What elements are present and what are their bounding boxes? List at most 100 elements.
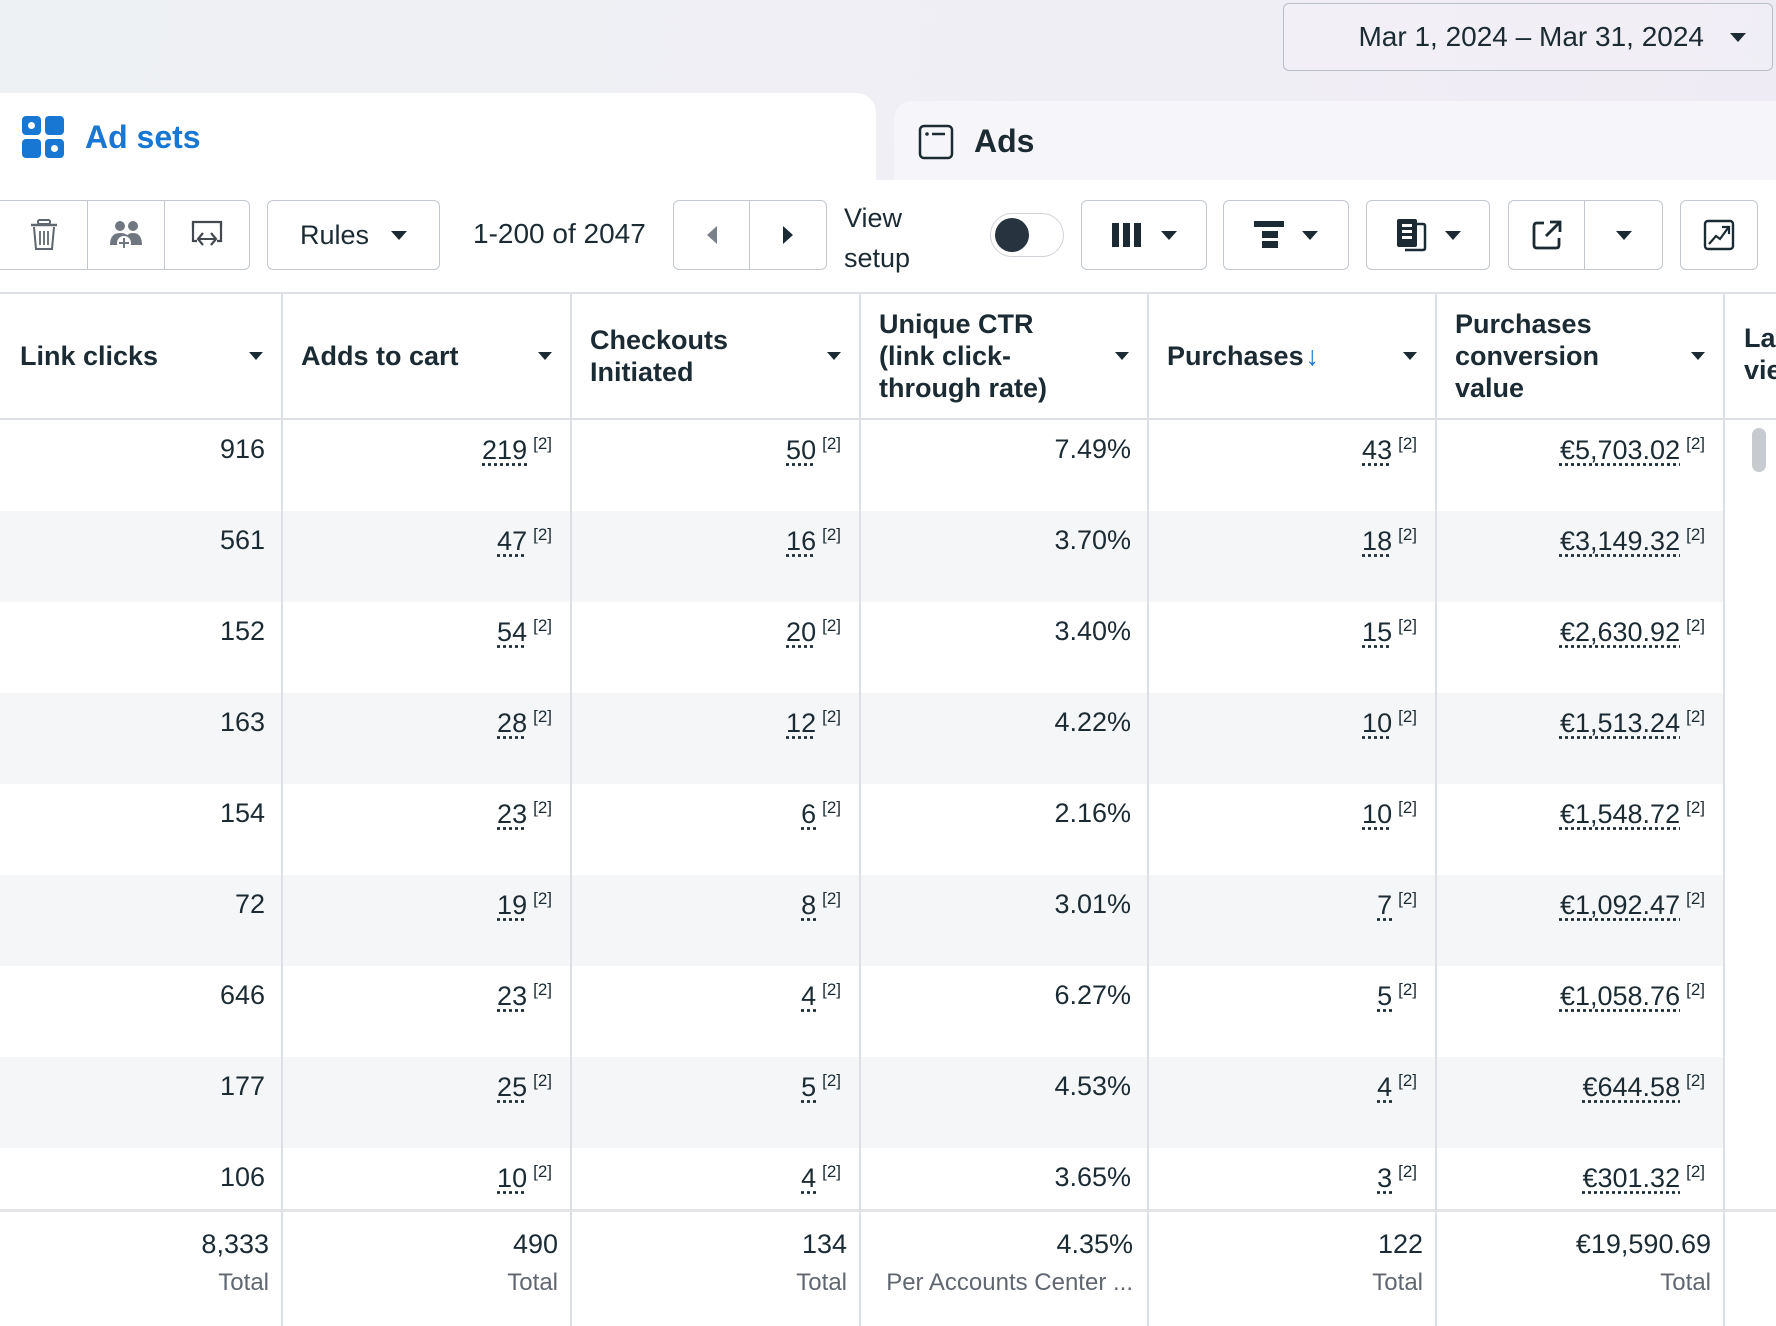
cell-value[interactable]: 8: [801, 890, 816, 920]
footnote-marker[interactable]: [2]: [822, 707, 841, 726]
cell-value[interactable]: €1,548.72: [1560, 799, 1680, 829]
footnote-marker[interactable]: [2]: [1398, 434, 1417, 453]
cell-value[interactable]: 19: [497, 890, 527, 920]
table-row[interactable]: 561 47 [2] 16 [2] 3.70% 18 [2] €3,149.32 [2]: [0, 511, 1723, 602]
footnote-marker[interactable]: [2]: [822, 889, 841, 908]
cell-value[interactable]: 23: [497, 799, 527, 829]
table-row[interactable]: 177 25 [2] 5 [2] 4.53% 4 [2] €644.58 [2]: [0, 1057, 1723, 1148]
cell-value[interactable]: 16: [786, 526, 816, 556]
reports-dropdown[interactable]: [1366, 200, 1490, 270]
footnote-marker[interactable]: [2]: [533, 980, 552, 999]
cell-value[interactable]: 43: [1362, 435, 1392, 465]
cell-value[interactable]: 12: [786, 708, 816, 738]
view-setup-toggle[interactable]: [990, 213, 1064, 257]
caret-down-icon[interactable]: [1115, 352, 1129, 360]
cell-value[interactable]: €1,058.76: [1560, 981, 1680, 1011]
footnote-marker[interactable]: [2]: [1398, 1162, 1417, 1181]
cell-value[interactable]: 5: [801, 1072, 816, 1102]
footnote-marker[interactable]: [2]: [1686, 707, 1705, 726]
rules-dropdown[interactable]: Rules: [267, 200, 440, 270]
breakdown-dropdown[interactable]: [1223, 200, 1349, 270]
footnote-marker[interactable]: [2]: [1398, 525, 1417, 544]
export-options-dropdown[interactable]: [1585, 201, 1662, 269]
cell-value[interactable]: 3: [1377, 1163, 1392, 1193]
cell-value[interactable]: 7: [1377, 890, 1392, 920]
tab-ads[interactable]: Ads: [894, 101, 1776, 181]
columns-dropdown[interactable]: [1081, 200, 1207, 270]
footnote-marker[interactable]: [2]: [1686, 525, 1705, 544]
footnote-marker[interactable]: [2]: [1686, 980, 1705, 999]
table-row[interactable]: 916 219 [2] 50 [2] 7.49% 43 [2] €5,703.02 [2]: [0, 420, 1723, 511]
cell-value[interactable]: €2,630.92: [1560, 617, 1680, 647]
footnote-marker[interactable]: [2]: [1398, 616, 1417, 635]
footnote-marker[interactable]: [2]: [822, 1162, 841, 1181]
vertical-scrollbar[interactable]: [1752, 428, 1766, 472]
cell-value[interactable]: 5: [1377, 981, 1392, 1011]
date-range-picker[interactable]: Mar 1, 2024 – Mar 31, 2024: [1283, 3, 1773, 71]
cell-value[interactable]: €1,092.47: [1560, 890, 1680, 920]
cell-value[interactable]: 20: [786, 617, 816, 647]
footnote-marker[interactable]: [2]: [533, 525, 552, 544]
footnote-marker[interactable]: [2]: [822, 616, 841, 635]
column-header-purchases[interactable]: Purchases↓: [1147, 294, 1435, 418]
table-row[interactable]: 154 23 [2] 6 [2] 2.16% 10 [2] €1,548.72 [2]: [0, 784, 1723, 875]
column-header-checkouts-initiated[interactable]: Checkouts Initiated: [570, 294, 859, 418]
cell-value[interactable]: €301.32: [1582, 1163, 1680, 1193]
footnote-marker[interactable]: [2]: [533, 1162, 552, 1181]
footnote-marker[interactable]: [2]: [1686, 616, 1705, 635]
next-page-button[interactable]: [750, 201, 826, 269]
cell-value[interactable]: 219: [482, 435, 527, 465]
footnote-marker[interactable]: [2]: [1686, 798, 1705, 817]
footnote-marker[interactable]: [2]: [1686, 1162, 1705, 1181]
cell-value[interactable]: 10: [1362, 708, 1392, 738]
footnote-marker[interactable]: [2]: [1686, 434, 1705, 453]
caret-down-icon[interactable]: [1691, 352, 1705, 360]
cell-value[interactable]: 10: [1362, 799, 1392, 829]
caret-down-icon[interactable]: [827, 352, 841, 360]
column-header-link-clicks[interactable]: Link clicks: [0, 294, 281, 418]
cell-value[interactable]: 25: [497, 1072, 527, 1102]
footnote-marker[interactable]: [2]: [533, 707, 552, 726]
footnote-marker[interactable]: [2]: [1686, 1071, 1705, 1090]
footnote-marker[interactable]: [2]: [533, 1071, 552, 1090]
cell-value[interactable]: 28: [497, 708, 527, 738]
footnote-marker[interactable]: [2]: [1398, 707, 1417, 726]
caret-down-icon[interactable]: [249, 352, 263, 360]
footnote-marker[interactable]: [2]: [822, 798, 841, 817]
delete-button[interactable]: [0, 201, 89, 269]
footnote-marker[interactable]: [2]: [1398, 798, 1417, 817]
charts-button[interactable]: [1680, 200, 1758, 270]
cell-value[interactable]: 23: [497, 981, 527, 1011]
total-label[interactable]: Per Accounts Center ...: [859, 1264, 1133, 1302]
cell-value[interactable]: 4: [801, 1163, 816, 1193]
cell-value[interactable]: 18: [1362, 526, 1392, 556]
footnote-marker[interactable]: [2]: [822, 525, 841, 544]
cell-value[interactable]: 4: [801, 981, 816, 1011]
cell-value[interactable]: 50: [786, 435, 816, 465]
column-header-unique-ctr[interactable]: Unique CTR (link click-through rate): [859, 294, 1147, 418]
cell-value[interactable]: 6: [801, 799, 816, 829]
footnote-marker[interactable]: [2]: [1398, 1071, 1417, 1090]
footnote-marker[interactable]: [2]: [822, 434, 841, 453]
compare-button[interactable]: [165, 201, 249, 269]
footnote-marker[interactable]: [2]: [533, 616, 552, 635]
footnote-marker[interactable]: [2]: [1398, 980, 1417, 999]
cell-value[interactable]: 4: [1377, 1072, 1392, 1102]
table-row[interactable]: 152 54 [2] 20 [2] 3.40% 15 [2] €2,630.92 [2]: [0, 602, 1723, 693]
caret-down-icon[interactable]: [538, 352, 552, 360]
caret-down-icon[interactable]: [1403, 352, 1417, 360]
footnote-marker[interactable]: [2]: [533, 889, 552, 908]
table-row[interactable]: 72 19 [2] 8 [2] 3.01% 7 [2] €1,092.47 [2]: [0, 875, 1723, 966]
column-header-landing-page-views[interactable]: Landing page views: [1744, 322, 1776, 386]
footnote-marker[interactable]: [2]: [533, 434, 552, 453]
footnote-marker[interactable]: [2]: [822, 980, 841, 999]
export-button[interactable]: [1509, 201, 1586, 269]
column-header-purchases-conversion-value[interactable]: Purchases conversion value: [1435, 294, 1723, 418]
column-header-adds-to-cart[interactable]: Adds to cart: [281, 294, 570, 418]
footnote-marker[interactable]: [2]: [1398, 889, 1417, 908]
table-row[interactable]: 163 28 [2] 12 [2] 4.22% 10 [2] €1,513.24 [2]: [0, 693, 1723, 784]
cell-value[interactable]: €1,513.24: [1560, 708, 1680, 738]
cell-value[interactable]: €5,703.02: [1560, 435, 1680, 465]
table-row[interactable]: 646 23 [2] 4 [2] 6.27% 5 [2] €1,058.76 [2]: [0, 966, 1723, 1057]
create-audience-button[interactable]: [88, 201, 165, 269]
